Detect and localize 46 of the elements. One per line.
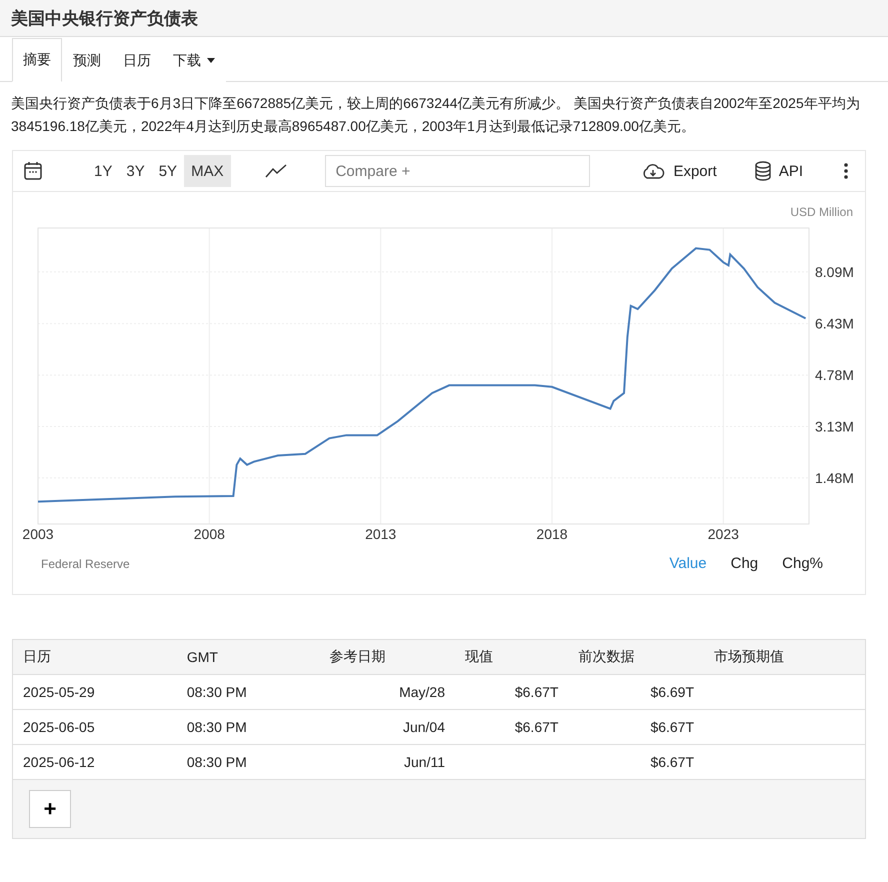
table-cell: 08:30 PM <box>176 674 320 710</box>
add-button[interactable]: + <box>29 790 71 828</box>
mode-tab[interactable]: Chg% <box>770 555 835 572</box>
compare-field[interactable]: Compare + <box>324 155 590 187</box>
table-cell: $6.67T <box>568 710 704 744</box>
range-button[interactable]: 3Y <box>119 155 152 187</box>
cloud-download-icon <box>641 162 666 180</box>
axis-label: 6.43M <box>815 316 854 332</box>
table-cell: May/28 <box>319 674 456 710</box>
table-cell: 08:30 PM <box>176 710 320 744</box>
table-cell: Jun/04 <box>319 710 456 744</box>
range-button[interactable]: 5Y <box>152 155 184 187</box>
column-header: 日历 <box>12 640 177 674</box>
column-header: 市场预期值 <box>704 640 866 674</box>
column-header: 参考日期 <box>319 640 456 674</box>
axis-label: 3.13M <box>815 418 854 434</box>
column-header: 现值 <box>455 640 568 674</box>
column-header: GMT <box>176 640 320 674</box>
axis-label: 8.09M <box>815 264 854 280</box>
range-button[interactable]: MAX <box>184 155 231 187</box>
table-cell: 2025-06-05 <box>12 710 177 744</box>
axis-label: 2023 <box>708 526 739 542</box>
line-chart-icon[interactable] <box>264 164 287 178</box>
more-icon[interactable] <box>843 162 849 180</box>
tab[interactable]: 摘要 <box>12 38 62 82</box>
axis-label: 2013 <box>365 526 396 542</box>
api-button[interactable]: API <box>748 161 809 181</box>
database-icon <box>754 161 771 181</box>
page-title: 美国中央银行资产负债表 <box>11 8 198 30</box>
axis-label: 2018 <box>536 526 568 542</box>
mode-tab[interactable]: Chg <box>718 555 770 572</box>
source-label: Federal Reserve <box>41 556 130 570</box>
table-cell: $6.69T <box>568 674 704 710</box>
axis-label: 4.78M <box>815 367 854 384</box>
axis-label: 1.48M <box>815 470 854 486</box>
export-button[interactable]: Export <box>635 162 723 180</box>
axis-label: 2003 <box>22 526 54 542</box>
unit-label: USD Million <box>790 205 853 219</box>
table-cell: $6.67T <box>455 710 568 744</box>
column-header: 前次数据 <box>568 640 704 674</box>
table-cell: $6.67T <box>455 674 568 710</box>
axis-label: 2008 <box>194 526 225 542</box>
table-cell: 2025-05-29 <box>12 674 177 710</box>
calendar-icon[interactable] <box>23 161 43 181</box>
range-button[interactable]: 1Y <box>87 155 120 187</box>
summary-text: 美国央行资产负债表于6月3日下降至6672885亿美元，较上周的6673244亿美元有所减少。 美国央行资产负债表自2002年至2025年平均为3845196.18亿美元，2022年4月达到历史最高8965487.00亿美元，2003年1月达到最低记录712809.00亿美元。 <box>10 94 861 136</box>
